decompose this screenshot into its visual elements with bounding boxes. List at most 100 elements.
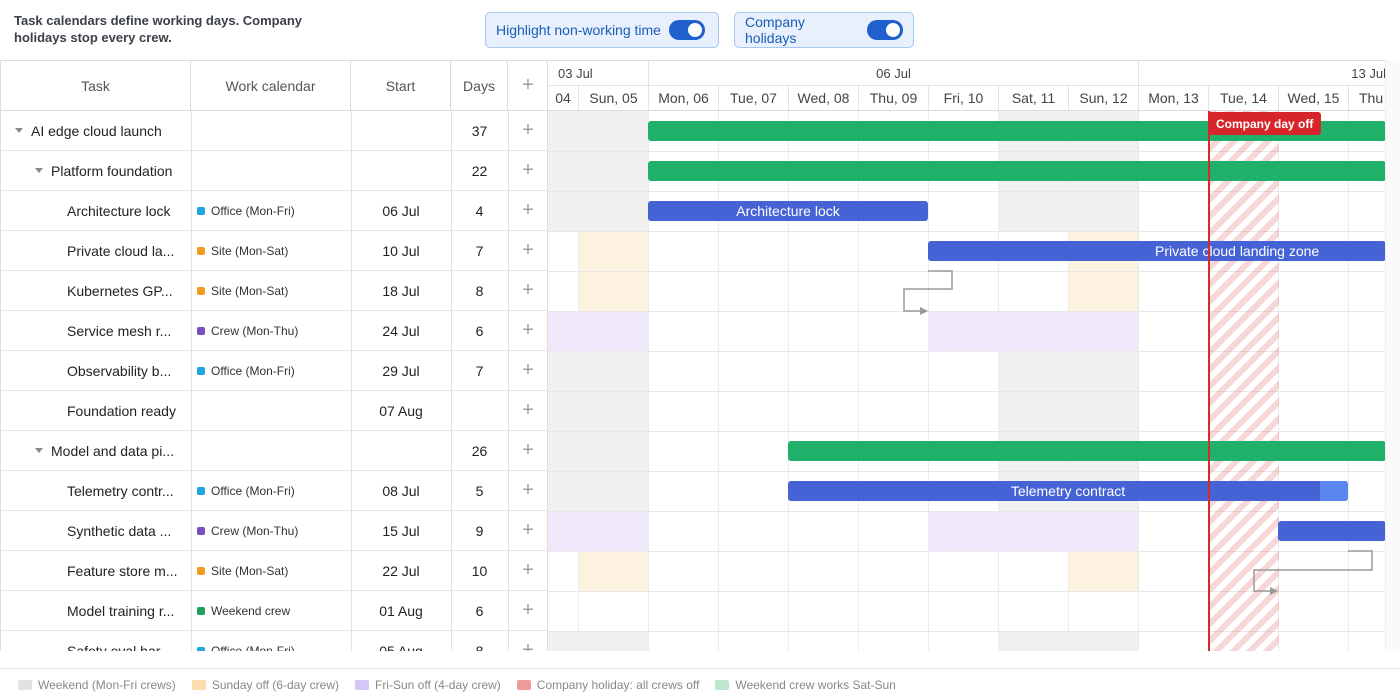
work-calendar: Office (Mon-Fri) <box>197 471 347 510</box>
column-header-start[interactable]: Start <box>351 61 451 110</box>
task-name: Architecture lock <box>67 202 171 219</box>
calendar-color-dot <box>197 606 205 615</box>
task-row[interactable]: Synthetic data ... Crew (Mon-Thu) 15 Jul 9 + <box>1 511 547 551</box>
task-bar-telemetry-contract[interactable]: Telemetry contract <box>788 481 1348 501</box>
day-label: Sun, 05 <box>578 86 648 110</box>
calendar-name: Weekend crew <box>211 603 291 618</box>
work-calendar: Office (Mon-Fri) <box>197 351 347 390</box>
summary-row[interactable]: AI edge cloud launch 37 + <box>1 111 547 151</box>
timeline-body: Architecture lock Private cloud landing … <box>548 111 1385 651</box>
add-subtask-button[interactable]: + <box>508 511 547 550</box>
task-row[interactable]: Observability b... Office (Mon-Fri) 29 Jul… <box>1 351 547 391</box>
column-header-days[interactable]: Days <box>451 61 508 110</box>
dependency-links <box>903 270 1373 595</box>
column-header-task[interactable]: Task <box>1 61 191 110</box>
grid-header: Task Work calendar Start Days + <box>1 61 547 111</box>
add-subtask-button[interactable]: + <box>508 391 547 430</box>
day-label: Sat, 11 <box>998 86 1068 110</box>
add-subtask-button[interactable]: + <box>508 591 547 630</box>
legend-item: Weekend crew works Sat-Sun <box>715 678 896 692</box>
day-label: Mon, 06 <box>648 86 718 110</box>
task-row[interactable]: Feature store m... Site (Mon-Sat) 22 Jul 10… <box>1 551 547 591</box>
legend-swatch <box>516 679 531 690</box>
task-row[interactable]: Safety eval har... Office (Mon-Fri) 05 Aug… <box>1 631 547 651</box>
task-row[interactable]: Foundation ready 07 Aug + <box>1 391 547 431</box>
summary-row[interactable]: Model and data pi... 26 + <box>1 431 547 471</box>
day-label: Wed, 15 <box>1278 86 1348 110</box>
company-holidays-toggle[interactable]: Company holidays <box>734 12 914 48</box>
legend-label: Weekend (Mon-Fri crews) <box>38 677 176 692</box>
column-header-calendar[interactable]: Work calendar <box>191 61 351 110</box>
start-date: 08 Jul <box>382 482 420 499</box>
add-subtask-button[interactable]: + <box>508 351 547 390</box>
collapse-caret-icon[interactable] <box>15 128 23 133</box>
task-bar-private-cloud-landing-zone[interactable]: Private cloud landing zone <box>928 241 1385 261</box>
legend-label: Company holiday: all crews off <box>536 677 700 692</box>
vertical-scrollbar[interactable] <box>1385 60 1400 651</box>
summary-row[interactable]: Platform foundation 22 + <box>1 151 547 191</box>
progress-remaining <box>1320 481 1348 501</box>
task-row[interactable]: Telemetry contr... Office (Mon-Fri) 08 Jul… <box>1 471 547 511</box>
task-bar-synthetic-data[interactable] <box>1278 521 1385 541</box>
start-date: 06 Jul <box>382 202 420 219</box>
calendar-color-dot <box>197 366 205 375</box>
start-date: 22 Jul <box>382 562 420 579</box>
add-subtask-button[interactable]: + <box>508 551 547 590</box>
collapse-caret-icon[interactable] <box>35 168 43 173</box>
week-label: 06 Jul <box>648 61 1138 86</box>
add-subtask-button[interactable]: + <box>508 311 547 350</box>
calendar-name: Site (Mon-Sat) <box>211 283 289 298</box>
highlight-non-working-toggle[interactable]: Highlight non-working time <box>485 12 719 48</box>
day-label: Fri, 10 <box>928 86 998 110</box>
summary-bar-model-and-data-pipeline[interactable] <box>788 441 1385 461</box>
add-task-header-button[interactable]: + <box>508 61 547 110</box>
add-subtask-button[interactable]: + <box>508 631 547 651</box>
summary-bar-platform-foundation[interactable] <box>648 161 1385 181</box>
legend-label: Sunday off (6-day crew) <box>211 677 339 692</box>
task-name: Synthetic data ... <box>67 522 172 539</box>
switch-knob <box>687 23 702 37</box>
day-label: Thu <box>1348 86 1385 110</box>
gantt-timeline: 03 Jul 06 Jul 13 Jul 04 Sun, 05 Mon, 06 Tue, … <box>547 60 1385 651</box>
task-row[interactable]: Service mesh r... Crew (Mon-Thu) 24 Jul 6 + <box>1 311 547 351</box>
add-subtask-button[interactable]: + <box>508 151 547 190</box>
calendar-name: Crew (Mon-Thu) <box>211 523 299 538</box>
add-subtask-button[interactable]: + <box>508 191 547 230</box>
add-subtask-button[interactable]: + <box>508 231 547 270</box>
collapse-caret-icon[interactable] <box>35 448 43 453</box>
calendar-color-dot <box>197 326 205 335</box>
day-label: 04 <box>555 90 571 106</box>
task-row[interactable]: Kubernetes GP... Site (Mon-Sat) 18 Jul 8 + <box>1 271 547 311</box>
task-row[interactable]: Private cloud la... Site (Mon-Sat) 10 Jul 7… <box>1 231 547 271</box>
start-date: 01 Aug <box>379 602 423 619</box>
company-holidays-label: Company holidays <box>745 14 805 46</box>
calendar-color-dot <box>197 486 205 495</box>
add-subtask-button[interactable]: + <box>508 431 547 470</box>
company-holidays-switch[interactable] <box>867 20 903 40</box>
day-label: Tue, 14 <box>1208 86 1278 110</box>
dependency-link[interactable] <box>903 270 953 312</box>
legend-item: Fri-Sun off (4-day crew) <box>354 678 501 692</box>
start-date <box>351 111 451 150</box>
duration-days: 6 <box>475 602 484 619</box>
work-calendar: Site (Mon-Sat) <box>197 271 347 310</box>
task-bar-architecture-lock[interactable]: Architecture lock <box>648 201 928 221</box>
duration-days: 9 <box>475 522 484 539</box>
duration-days: 10 <box>471 562 488 579</box>
add-subtask-button[interactable]: + <box>508 111 547 150</box>
dependency-link[interactable] <box>1253 550 1373 592</box>
duration-days: 22 <box>471 162 488 179</box>
add-subtask-button[interactable]: + <box>508 271 547 310</box>
task-name: Foundation ready <box>67 402 176 419</box>
switch-knob <box>886 23 900 37</box>
task-row[interactable]: Architecture lock Office (Mon-Fri) 06 Jul 4… <box>1 191 547 231</box>
start-date: 29 Jul <box>382 362 420 379</box>
add-subtask-button[interactable]: + <box>508 471 547 510</box>
task-row[interactable]: Model training r... Weekend crew 01 Aug 6 + <box>1 591 547 631</box>
week-label: 13 Jul <box>1138 61 1385 86</box>
task-bar-label: Telemetry contract <box>1010 483 1126 499</box>
toolbar: Task calendars define working days. Comp… <box>0 0 1400 60</box>
duration-days: 5 <box>475 482 484 499</box>
grid-body: AI edge cloud launch 37 + Platform foundati… <box>1 111 547 651</box>
highlight-non-working-switch[interactable] <box>668 20 705 40</box>
